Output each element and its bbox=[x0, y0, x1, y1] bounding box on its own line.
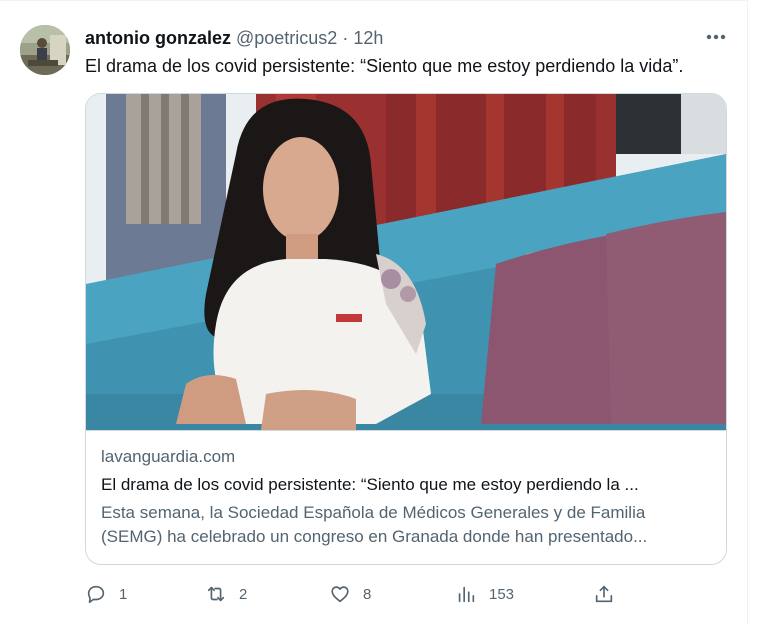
share-icon bbox=[595, 585, 613, 603]
avatar-image bbox=[20, 25, 70, 75]
card-image[interactable] bbox=[86, 94, 726, 431]
retweet-icon bbox=[207, 586, 225, 602]
like-button[interactable]: 8 bbox=[329, 581, 371, 607]
card-title: El drama de los covid persistente: “Sien… bbox=[101, 475, 639, 494]
separator-dot: · bbox=[342, 27, 349, 48]
reply-count: 1 bbox=[119, 585, 128, 603]
more-button[interactable] bbox=[700, 25, 732, 49]
card-description-line: Esta semana, la Sociedad Española de Méd… bbox=[101, 503, 646, 522]
retweet-button[interactable]: 2 bbox=[205, 581, 247, 607]
like-count: 8 bbox=[363, 585, 372, 603]
user-handle[interactable]: @poetricus2 bbox=[236, 28, 337, 49]
tweet-actions: 1 2 8 153 bbox=[85, 581, 625, 607]
avatar[interactable] bbox=[20, 25, 70, 75]
card-description-line: (SEMG) ha celebrado un congreso en Grana… bbox=[101, 527, 648, 546]
tweet[interactable]: antonio gonzalez @poetricus2 · 12h El dr… bbox=[0, 0, 748, 624]
views-button[interactable]: 153 bbox=[455, 581, 514, 607]
tweet-text: El drama de los covid persistente: “Sien… bbox=[85, 56, 684, 76]
views-count: 153 bbox=[489, 585, 515, 603]
analytics-icon bbox=[458, 586, 475, 603]
card-description: Esta semana, la Sociedad Española de Méd… bbox=[101, 501, 713, 549]
card-photo bbox=[86, 94, 726, 430]
heart-icon bbox=[331, 586, 349, 603]
card-domain: lavanguardia.com bbox=[101, 447, 236, 466]
display-name[interactable]: antonio gonzalez bbox=[85, 28, 231, 49]
more-horizontal-icon bbox=[706, 34, 726, 40]
share-button[interactable] bbox=[593, 581, 615, 607]
link-card[interactable]: lavanguardia.com El drama de los covid p… bbox=[85, 93, 727, 565]
reply-button[interactable]: 1 bbox=[85, 581, 127, 607]
reply-icon bbox=[87, 585, 105, 604]
timestamp[interactable]: 12h bbox=[353, 28, 383, 49]
retweet-count: 2 bbox=[239, 585, 248, 603]
tweet-header: antonio gonzalez @poetricus2 · 12h bbox=[85, 27, 383, 49]
